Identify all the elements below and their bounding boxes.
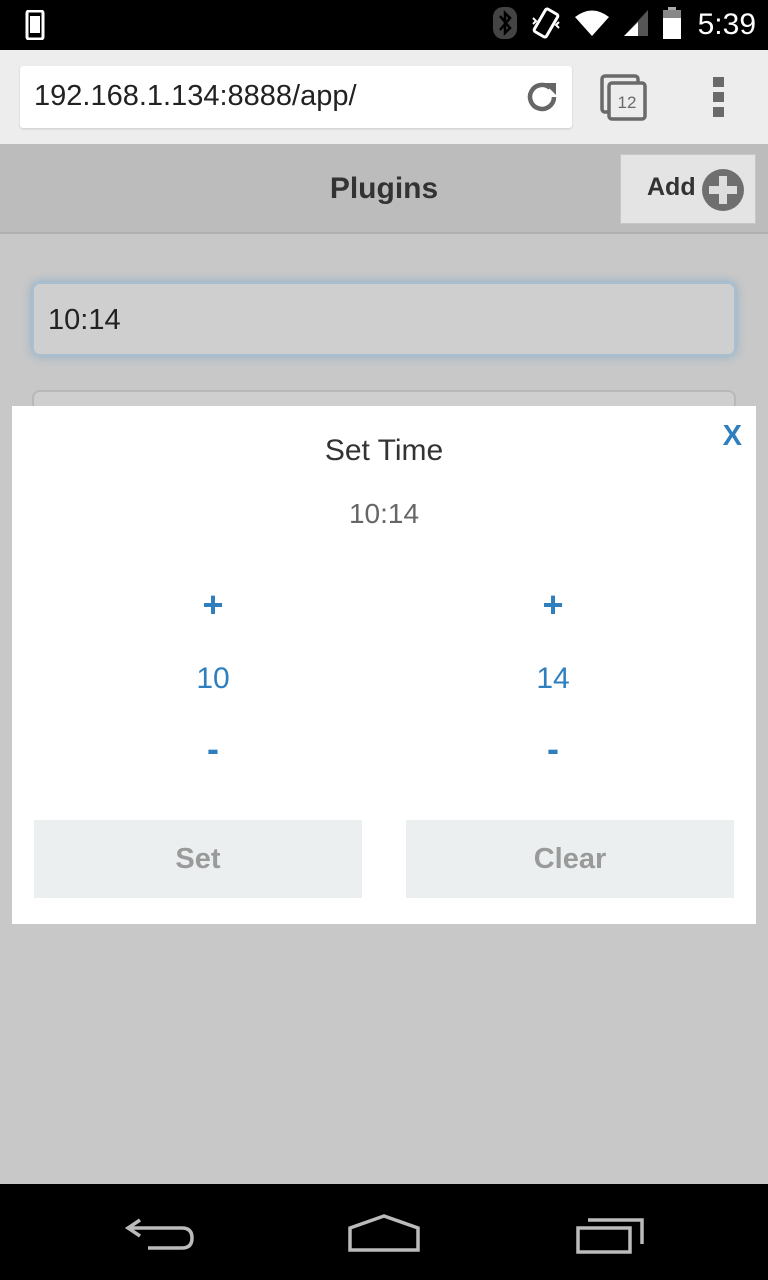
set-button[interactable]: Set [34, 820, 362, 898]
phone-icon [24, 9, 46, 45]
system-nav-bar [0, 1184, 768, 1280]
recent-apps-icon[interactable] [574, 1216, 648, 1259]
overflow-menu-icon[interactable] [712, 76, 726, 123]
time-input-value: 10:14 [48, 304, 121, 336]
time-input-field[interactable]: 10:14 [32, 282, 736, 356]
status-bar: 5:39 [0, 0, 768, 50]
browser-toolbar: 192.168.1.134:8888/app/ 12 [0, 50, 768, 146]
back-icon[interactable] [124, 1214, 196, 1259]
clear-button[interactable]: Clear [406, 820, 734, 898]
minutes-value: 14 [536, 662, 570, 695]
app-header: Plugins Add [0, 146, 768, 234]
wifi-icon [574, 8, 610, 43]
vibrate-icon [530, 6, 562, 45]
set-time-modal: X Set Time 10:14 + 10 - + 14 - Set Clear [12, 406, 756, 924]
tabs-icon[interactable]: 12 [600, 74, 648, 127]
home-icon[interactable] [346, 1214, 422, 1259]
add-plugin-button[interactable]: Add [620, 154, 756, 224]
hours-increment-button[interactable]: + [153, 584, 273, 626]
modal-title: Set Time [324, 434, 444, 467]
status-clock: 5:39 [697, 8, 756, 41]
battery-icon [662, 6, 682, 45]
address-bar[interactable]: 192.168.1.134:8888/app/ [20, 66, 572, 128]
signal-icon [622, 8, 650, 43]
tab-count: 12 [618, 93, 637, 112]
bluetooth-icon [492, 6, 518, 45]
modal-current-time: 10:14 [348, 498, 420, 529]
add-button-label: Add [647, 173, 696, 201]
status-icons: 5:39 [492, 0, 756, 50]
minutes-increment-button[interactable]: + [493, 584, 613, 626]
plus-circle-icon [701, 168, 745, 217]
hours-value: 10 [196, 662, 230, 695]
url-text[interactable]: 192.168.1.134:8888/app/ [34, 80, 357, 113]
reload-icon[interactable] [524, 79, 560, 120]
minutes-decrement-button[interactable]: - [493, 728, 613, 770]
hours-decrement-button[interactable]: - [153, 728, 273, 770]
